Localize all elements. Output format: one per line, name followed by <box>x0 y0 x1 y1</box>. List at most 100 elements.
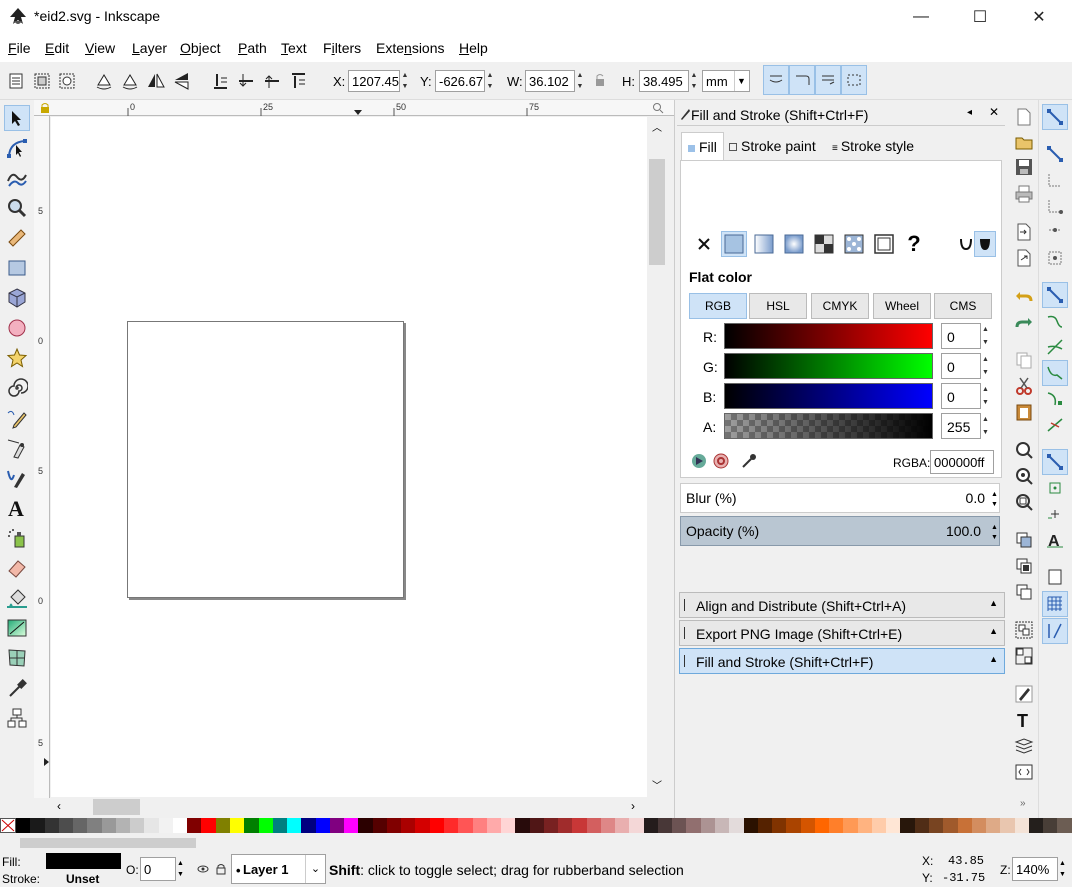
snap-rotation-center-icon[interactable] <box>1042 501 1068 527</box>
layers-icon[interactable] <box>1014 736 1034 756</box>
transform-gradients-toggle[interactable] <box>815 65 841 95</box>
layer-select[interactable]: • Layer 1 ⌄ <box>231 854 326 884</box>
palette-swatch[interactable] <box>772 818 787 833</box>
snap-midpoints-icon[interactable] <box>1042 412 1068 438</box>
menu-filters[interactable]: Filters <box>323 40 361 56</box>
menu-file[interactable]: File <box>8 40 31 56</box>
export-icon[interactable] <box>1014 248 1034 268</box>
y-input[interactable]: -626.67 <box>435 70 485 92</box>
maximize-button[interactable]: ☐ <box>957 0 1003 34</box>
visibility-eye-icon[interactable] <box>197 864 209 874</box>
stroke-indicator[interactable]: Unset <box>66 872 99 886</box>
palette-swatch[interactable] <box>700 818 716 833</box>
palette-scroll-thumb[interactable] <box>20 838 196 848</box>
palette-swatch[interactable] <box>58 818 74 833</box>
zoom-corner-icon[interactable] <box>652 102 664 114</box>
horizontal-scroll-thumb[interactable] <box>93 799 140 815</box>
mesh-tool-icon[interactable] <box>4 645 30 671</box>
palette-swatch[interactable] <box>30 818 45 833</box>
palette-swatch[interactable] <box>943 818 958 833</box>
lock-ratio-icon[interactable] <box>594 73 606 87</box>
flat-color-icon[interactable] <box>721 231 747 257</box>
palette-swatch[interactable] <box>215 818 230 833</box>
palette-swatch[interactable] <box>600 818 616 833</box>
a-value-input[interactable]: 255 <box>941 413 981 439</box>
text-font-icon[interactable]: T <box>1014 710 1034 730</box>
palette-swatch[interactable] <box>16 818 31 833</box>
menu-layer[interactable]: Layer <box>132 40 167 56</box>
snap-bbox-midpoints-icon[interactable] <box>1042 219 1068 245</box>
tab-fill[interactable]: Fill <box>681 132 724 160</box>
palette-swatch[interactable] <box>344 818 359 833</box>
pencil-tool-icon[interactable] <box>4 405 30 431</box>
palette-swatch[interactable] <box>472 818 487 833</box>
snap-object-centers-icon[interactable] <box>1042 475 1068 501</box>
connector-tool-icon[interactable] <box>4 705 30 731</box>
import-icon[interactable] <box>1014 222 1034 242</box>
palette-swatch[interactable] <box>986 818 1001 833</box>
opacity-status-input[interactable]: 0 <box>140 857 176 881</box>
snap-nodes-icon[interactable] <box>1042 282 1068 308</box>
align-distribute-dialog-bar[interactable]: Align and Distribute (Shift+Ctrl+A) ▲ <box>679 592 1005 618</box>
snap-guides-icon[interactable] <box>1042 618 1068 644</box>
zoom-tool-icon[interactable] <box>4 195 30 221</box>
g-spinner[interactable]: ▲ ▼ <box>982 353 992 379</box>
palette-swatch[interactable] <box>586 818 601 833</box>
node-tool-icon[interactable] <box>4 135 30 161</box>
palette-swatch[interactable] <box>244 818 259 833</box>
duplicate-icon[interactable] <box>1014 530 1034 550</box>
w-input[interactable]: 36.102 <box>525 70 575 92</box>
blur-spinner[interactable]: ▲ ▼ <box>991 490 998 510</box>
scroll-left-icon[interactable]: ‹ <box>57 799 61 813</box>
g-value-input[interactable]: 0 <box>941 353 981 379</box>
tab-stroke-style[interactable]: ≡ Stroke style <box>826 132 920 160</box>
edit-fill-stroke-icon[interactable] <box>1014 684 1034 704</box>
dropper-tool-icon[interactable] <box>4 675 30 701</box>
new-document-icon[interactable] <box>1014 107 1034 127</box>
palette-swatch[interactable] <box>814 818 830 833</box>
unit-select[interactable]: mm ▼ <box>702 70 750 92</box>
palette-swatch[interactable] <box>187 818 202 833</box>
palette-swatch[interactable] <box>1028 818 1044 833</box>
palette-swatch[interactable] <box>101 818 116 833</box>
mode-cmyk-button[interactable]: CMYK <box>811 293 869 319</box>
palette-swatch[interactable] <box>529 818 544 833</box>
palette-swatch[interactable] <box>401 818 416 833</box>
palette-swatch[interactable] <box>729 818 744 833</box>
b-value-input[interactable]: 0 <box>941 383 981 409</box>
palette-swatch[interactable] <box>1043 818 1058 833</box>
snap-others-icon[interactable] <box>1042 449 1068 475</box>
spray-tool-icon[interactable] <box>4 525 30 551</box>
zoom-selection-icon[interactable] <box>1014 440 1034 460</box>
palette-swatch[interactable] <box>1057 818 1072 833</box>
palette-swatch[interactable] <box>871 818 887 833</box>
swatch-icon[interactable] <box>871 231 897 257</box>
calligraphy-tool-icon[interactable] <box>4 465 30 491</box>
h-input[interactable]: 38.495 <box>639 70 689 92</box>
palette-swatch[interactable] <box>543 818 559 833</box>
3d-box-tool-icon[interactable] <box>4 285 30 311</box>
more-commands-icon[interactable]: » <box>1020 798 1026 809</box>
snap-paths-icon[interactable] <box>1042 308 1068 334</box>
snap-page-border-icon[interactable] <box>1042 564 1068 590</box>
dock-menu-icon[interactable]: ◂ <box>967 107 972 118</box>
linear-gradient-icon[interactable] <box>751 231 777 257</box>
scale-corners-toggle[interactable] <box>789 65 815 95</box>
rectangle-tool-icon[interactable] <box>4 255 30 281</box>
a-slider[interactable] <box>724 413 933 439</box>
palette-swatch[interactable] <box>329 818 345 833</box>
palette-swatch[interactable] <box>258 818 273 833</box>
palette-swatch[interactable] <box>386 818 402 833</box>
tab-stroke-paint[interactable]: Stroke paint <box>723 132 822 160</box>
fill-stroke-dialog-bar[interactable]: Fill and Stroke (Shift+Ctrl+F) ▲ <box>679 648 1005 674</box>
palette-swatch[interactable] <box>158 818 173 833</box>
print-icon[interactable] <box>1014 184 1034 204</box>
snap-enable-icon[interactable] <box>1042 104 1068 130</box>
palette-swatch[interactable] <box>929 818 944 833</box>
snap-bbox-icon[interactable] <box>1042 141 1068 167</box>
document-page[interactable] <box>127 321 404 598</box>
r-slider[interactable] <box>724 323 933 349</box>
paste-icon[interactable] <box>1014 402 1034 422</box>
color-picker-icon[interactable] <box>741 453 757 469</box>
palette-swatch[interactable] <box>358 818 373 833</box>
